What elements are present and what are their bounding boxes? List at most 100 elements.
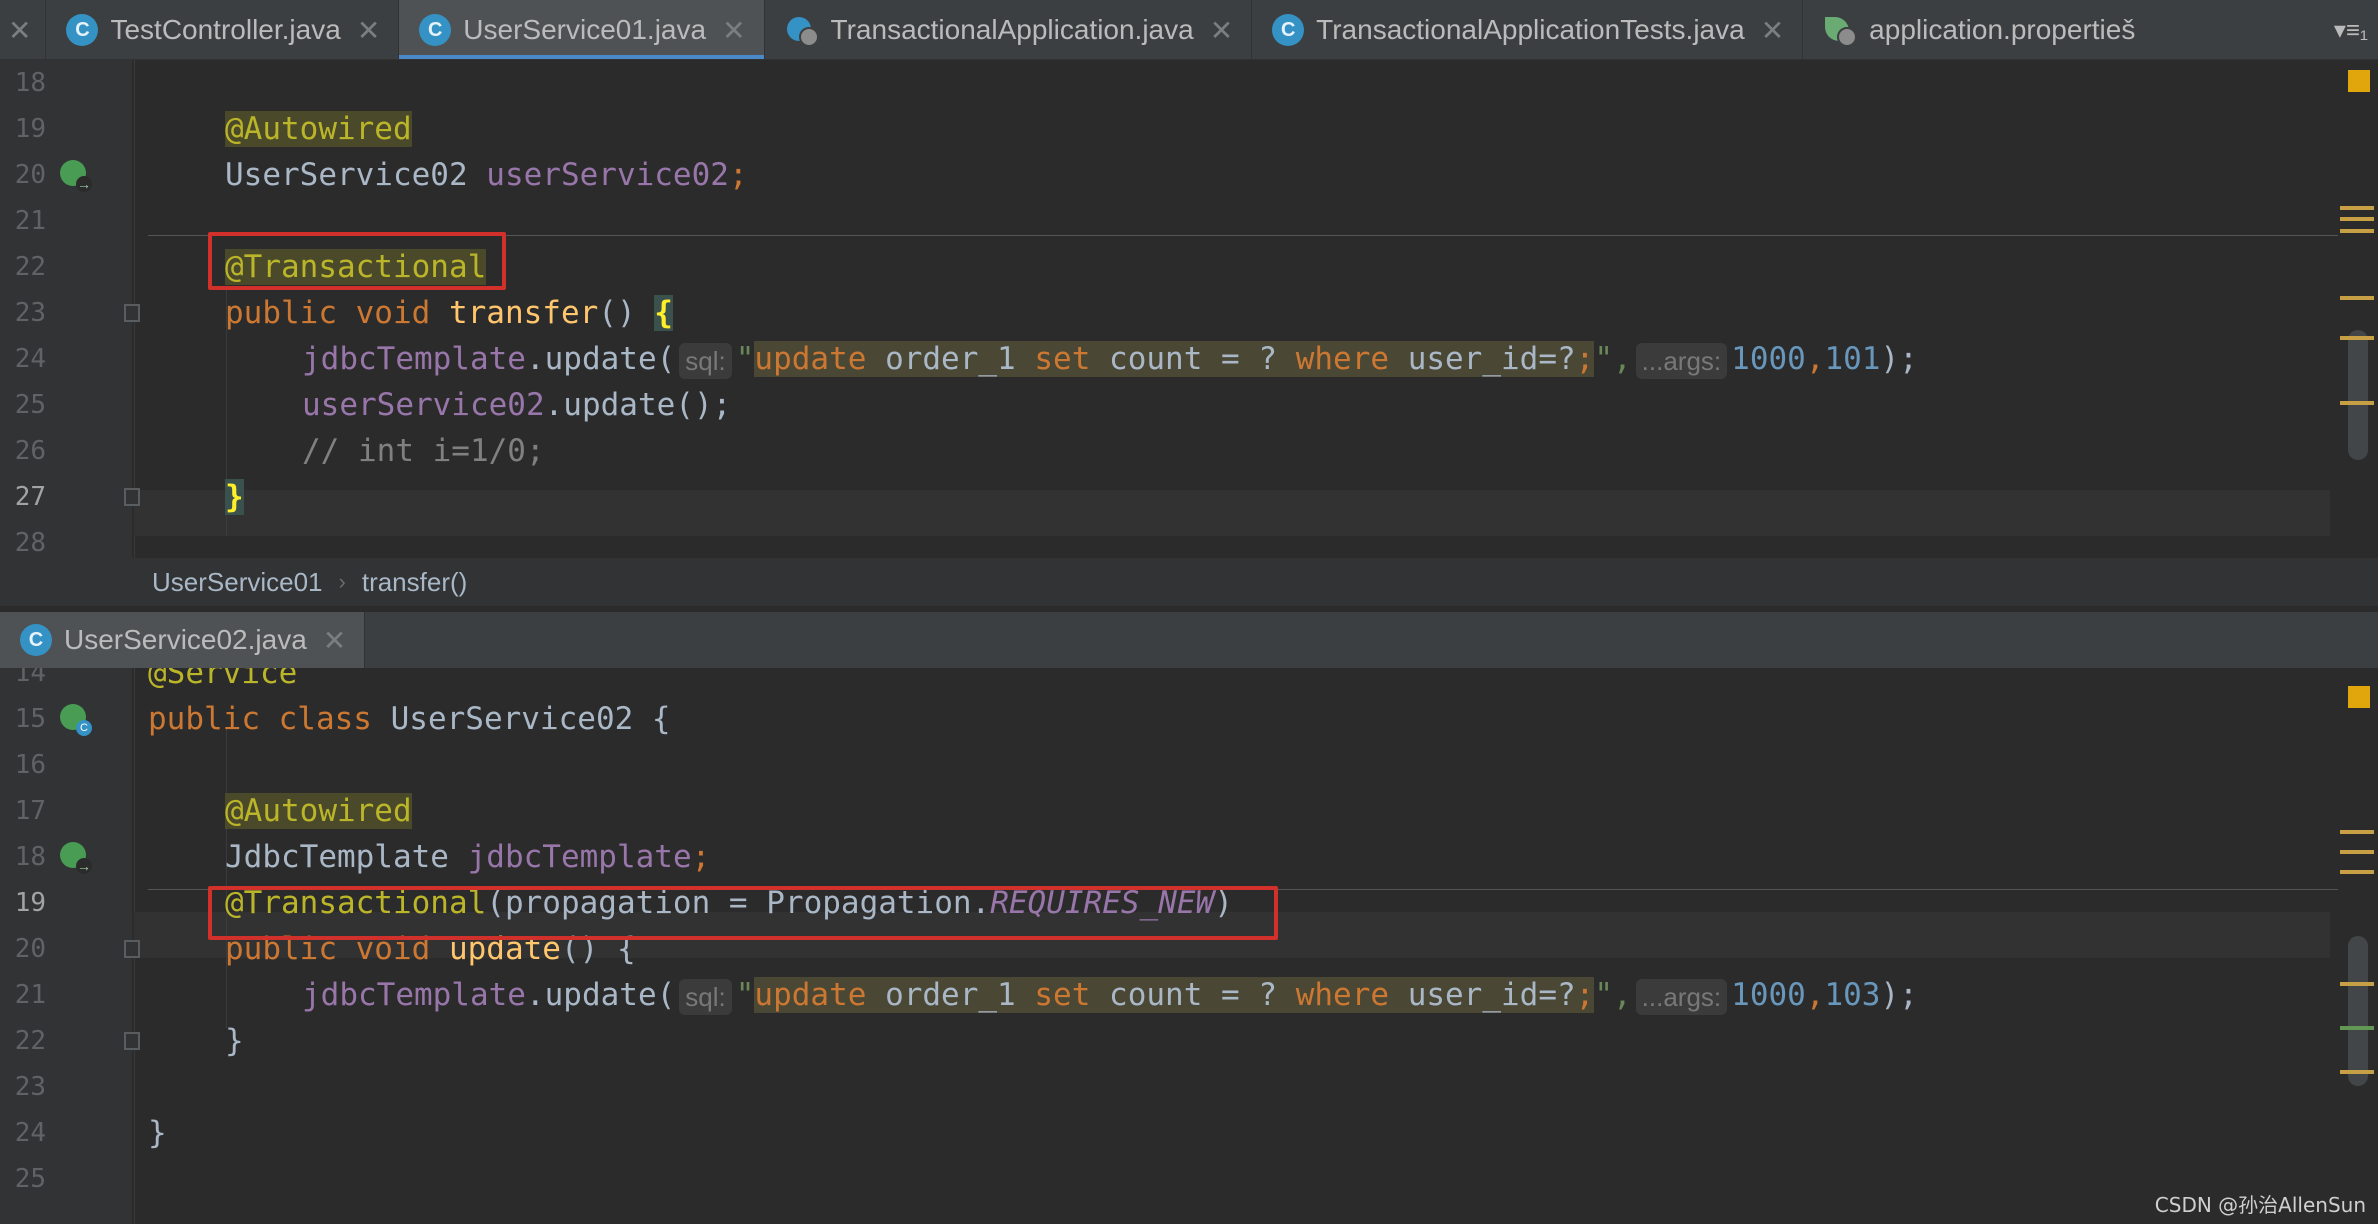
- line-number: 20: [14, 160, 46, 190]
- code-line: 17 @Autowired: [0, 788, 2330, 834]
- close-icon[interactable]: ✕: [1210, 14, 1233, 47]
- brace: {: [654, 295, 673, 331]
- field-name: jdbcTemplate: [302, 341, 526, 377]
- marker: [2340, 217, 2374, 221]
- line-number: 19: [14, 114, 46, 144]
- sql-text: user_id=?: [1389, 341, 1576, 377]
- sql-keyword: set: [1034, 341, 1091, 377]
- code-line: 27 }: [0, 474, 2330, 520]
- line-number: 24: [14, 344, 46, 374]
- fold-icon[interactable]: [124, 940, 140, 958]
- class-icon: C: [1272, 14, 1305, 46]
- param-hint: sql:: [679, 978, 732, 1015]
- fold-icon[interactable]: [124, 304, 140, 322]
- line-number: 18: [14, 68, 46, 98]
- tab-transactional-application[interactable]: TransactionalApplication.java ✕: [765, 0, 1253, 59]
- annotation: @Service: [148, 668, 298, 691]
- breadcrumb-method[interactable]: transfer(): [362, 567, 467, 598]
- spring-bean-icon[interactable]: C: [60, 704, 92, 736]
- line-number: 25: [14, 390, 46, 420]
- code-line: 23: [0, 1064, 2330, 1110]
- sql-keyword: where: [1295, 977, 1390, 1013]
- string-quote: ",: [1594, 977, 1632, 1013]
- sql-keyword: where: [1295, 341, 1390, 377]
- close-icon[interactable]: ✕: [357, 14, 380, 47]
- comment: // int i=1/0;: [302, 433, 545, 469]
- close-icon[interactable]: ✕: [1761, 14, 1784, 47]
- editor-pane-user-service02[interactable]: 14 @Service 15 C public class UserServic…: [0, 668, 2378, 1224]
- tab-overflow-menu-icon[interactable]: ▾≡₁: [2334, 0, 2368, 59]
- tab-label: TestController.java: [110, 14, 341, 45]
- tab-label: application.propertieš: [1869, 14, 2136, 45]
- code-line: 15 C public class UserService02 {: [0, 696, 2330, 742]
- param-hint: ...args:: [1635, 342, 1728, 379]
- tab-transactional-application-tests[interactable]: C TransactionalApplicationTests.java ✕: [1252, 0, 1804, 59]
- tab-user-service02[interactable]: C UserService02.java ✕: [0, 612, 366, 668]
- marker: [2340, 206, 2374, 210]
- fold-icon[interactable]: [124, 1032, 140, 1050]
- close-icon[interactable]: ✕: [323, 624, 346, 657]
- keyword: public void: [225, 295, 449, 331]
- param-hint: sql:: [679, 342, 732, 379]
- tab-application-properties[interactable]: application.propertieš: [1803, 0, 2136, 59]
- editor-tab-bar-lower: C UserService02.java ✕: [0, 612, 2378, 668]
- tab-label: UserService02.java: [64, 624, 307, 655]
- scrollbar-thumb[interactable]: [2348, 936, 2368, 1086]
- close-icon: ✕: [8, 14, 32, 46]
- close-left-button[interactable]: ✕: [0, 0, 47, 59]
- close-icon[interactable]: ✕: [722, 14, 745, 47]
- tab-label: TransactionalApplication.java: [830, 14, 1194, 45]
- line-number: 15: [14, 704, 46, 734]
- annotation: @Autowired: [225, 111, 412, 147]
- code-line: 20 → UserService02 userService02;: [0, 152, 2330, 198]
- breadcrumb: UserService01 › transfer(): [0, 558, 2378, 606]
- marker: [2340, 830, 2374, 834]
- comma: ,: [1805, 341, 1825, 377]
- line-number: 27: [14, 482, 46, 512]
- class-name: UserService02 {: [390, 701, 671, 737]
- sql-text: order_1: [866, 977, 1035, 1013]
- sql-keyword: set: [1034, 977, 1091, 1013]
- tab-label: UserService01.java: [463, 14, 707, 45]
- keyword: public class: [148, 701, 391, 737]
- marker: [2340, 296, 2374, 300]
- marker: [2340, 982, 2374, 986]
- tab-user-service01[interactable]: C UserService01.java ✕: [399, 0, 765, 59]
- line-number: 25: [14, 1164, 46, 1194]
- breadcrumb-class[interactable]: UserService01: [152, 567, 323, 598]
- error-stripe[interactable]: [2338, 668, 2378, 1224]
- editor-tab-bar: ✕ C TestController.java ✕ C UserService0…: [0, 0, 2378, 60]
- comma: ,: [1805, 977, 1825, 1013]
- sql-text: count = ?: [1090, 341, 1296, 377]
- bean-navigation-icon[interactable]: →: [60, 842, 92, 874]
- warning-marker: [2348, 686, 2370, 708]
- string-quote: ": [735, 341, 755, 377]
- bean-navigation-icon[interactable]: →: [60, 160, 92, 192]
- code-line: 25: [0, 1156, 2330, 1202]
- editor-pane-user-service01[interactable]: 18 19 @Autowired 20 → UserService02 user…: [0, 60, 2378, 558]
- number: 101: [1824, 341, 1881, 377]
- scrollbar-thumb[interactable]: [2348, 330, 2368, 460]
- line-number: 21: [14, 980, 46, 1010]
- marker: [2340, 336, 2374, 340]
- sql-text: count = ?: [1090, 977, 1296, 1013]
- brace: }: [225, 479, 244, 515]
- tab-test-controller[interactable]: C TestController.java ✕: [46, 0, 400, 59]
- class-icon: C: [66, 14, 99, 46]
- change-marker: [2340, 1026, 2374, 1030]
- marker: [2340, 870, 2374, 874]
- code-line: 22 }: [0, 1018, 2330, 1064]
- line-number: 24: [14, 1118, 46, 1148]
- type-name: UserService02: [225, 157, 487, 193]
- code-line: 19 @Autowired: [0, 106, 2330, 152]
- sql-text: user_id=?: [1389, 977, 1576, 1013]
- sql-keyword: update: [754, 977, 867, 1013]
- fold-icon[interactable]: [124, 488, 140, 506]
- line-number: 26: [14, 436, 46, 466]
- highlight-box: [208, 232, 506, 290]
- error-stripe[interactable]: [2338, 60, 2378, 558]
- line-number: 21: [14, 206, 46, 236]
- code-line: 24 }: [0, 1110, 2330, 1156]
- class-icon: C: [419, 14, 452, 46]
- string-quote: ": [735, 977, 755, 1013]
